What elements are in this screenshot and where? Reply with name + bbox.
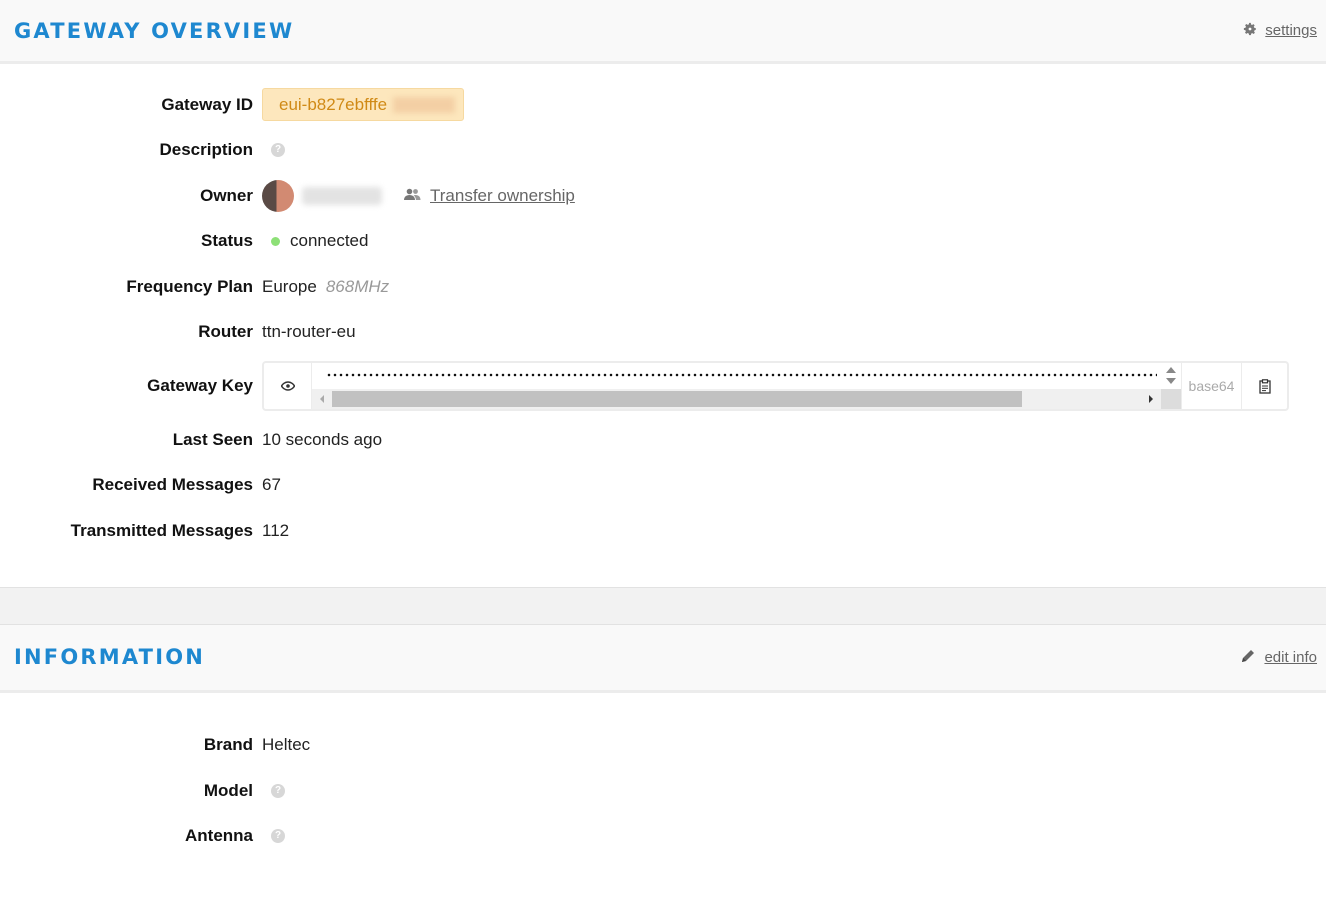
gateway-key-label: Gateway Key: [147, 376, 253, 395]
settings-link-group[interactable]: settings: [1243, 22, 1317, 40]
frequency-label: Frequency Plan: [126, 276, 253, 296]
overview-header: GATEWAY OVERVIEW settings: [0, 0, 1326, 64]
key-encoding: base64: [1181, 363, 1241, 409]
key-vertical-scrollbar[interactable]: [1161, 363, 1181, 389]
gateway-key-field: base64: [262, 361, 1289, 411]
gateway-id-label: Gateway ID: [161, 94, 253, 114]
avatar: [262, 179, 294, 212]
clipboard-icon[interactable]: [1241, 363, 1287, 409]
masked-key: [326, 372, 1157, 378]
gateway-key-input[interactable]: [312, 363, 1181, 409]
last-seen-value: 10 seconds ago: [262, 429, 383, 449]
question-icon[interactable]: ?: [271, 143, 285, 158]
question-icon[interactable]: ?: [271, 829, 285, 844]
router-row: Router ttn-router-eu: [0, 310, 1326, 356]
settings-link[interactable]: settings: [1265, 22, 1317, 39]
frequency-row: Frequency Plan Europe 868MHz: [0, 264, 1326, 310]
users-icon[interactable]: [404, 186, 421, 206]
gateway-key-row: Gateway Key base64: [0, 355, 1326, 417]
frequency-region: Europe: [262, 276, 317, 296]
last-seen-label: Last Seen: [172, 429, 253, 449]
transmitted-value: 112: [262, 520, 290, 540]
information-header: INFORMATION edit info: [0, 624, 1326, 693]
description-row: Description ?: [0, 128, 1326, 174]
gear-icon[interactable]: [1243, 22, 1257, 40]
brand-row: Brand Heltec: [0, 723, 1326, 769]
owner-row: Owner Transfer ownership: [0, 173, 1326, 219]
eye-icon[interactable]: [264, 363, 312, 409]
router-label: Router: [198, 322, 253, 342]
owner-label: Owner: [200, 185, 253, 205]
router-value: ttn-router-eu: [262, 322, 356, 342]
model-label: Model: [203, 780, 253, 800]
received-value: 67: [262, 475, 281, 495]
status-value: connected: [290, 231, 369, 251]
frequency-band: 868MHz: [325, 276, 390, 296]
status-row: Status connected: [0, 219, 1326, 265]
scrollbar-thumb[interactable]: [332, 391, 1022, 407]
transfer-ownership-link[interactable]: Transfer ownership: [430, 186, 575, 206]
received-row: Received Messages 67: [0, 463, 1326, 509]
description-label: Description: [159, 140, 253, 160]
transmitted-row: Transmitted Messages 112: [0, 508, 1326, 554]
transfer-ownership-group[interactable]: Transfer ownership: [404, 186, 575, 206]
antenna-label: Antenna: [185, 826, 253, 846]
transmitted-label: Transmitted Messages: [70, 520, 253, 540]
edit-info-link[interactable]: edit info: [1264, 649, 1317, 666]
brand-label: Brand: [203, 735, 253, 755]
owner-name-redacted: [302, 186, 382, 205]
status-label: Status: [201, 231, 253, 251]
gateway-id-chip[interactable]: eui-b827ebfffe: [262, 88, 464, 122]
status-dot: [271, 236, 280, 246]
last-seen-row: Last Seen 10 seconds ago: [0, 417, 1326, 463]
received-label: Received Messages: [92, 475, 253, 495]
key-horizontal-scrollbar[interactable]: [312, 389, 1181, 409]
redaction-blur: [393, 97, 455, 114]
section-divider: [0, 586, 1326, 625]
overview-fields: Gateway ID eui-b827ebfffe Description ? …: [0, 64, 1326, 554]
model-row: Model ?: [0, 768, 1326, 814]
overview-title: GATEWAY OVERVIEW: [14, 18, 295, 43]
question-icon[interactable]: ?: [271, 783, 285, 798]
information-title: INFORMATION: [14, 645, 206, 669]
gateway-id-row: Gateway ID eui-b827ebfffe: [0, 82, 1326, 128]
antenna-row: Antenna ?: [0, 814, 1326, 860]
gateway-id-value: eui-b827ebfffe: [279, 95, 388, 115]
pencil-icon[interactable]: [1241, 648, 1256, 667]
brand-value: Heltec: [262, 735, 311, 755]
edit-info-link-group[interactable]: edit info: [1241, 648, 1317, 667]
information-fields: Brand Heltec Model ? Antenna ?: [0, 693, 1326, 860]
